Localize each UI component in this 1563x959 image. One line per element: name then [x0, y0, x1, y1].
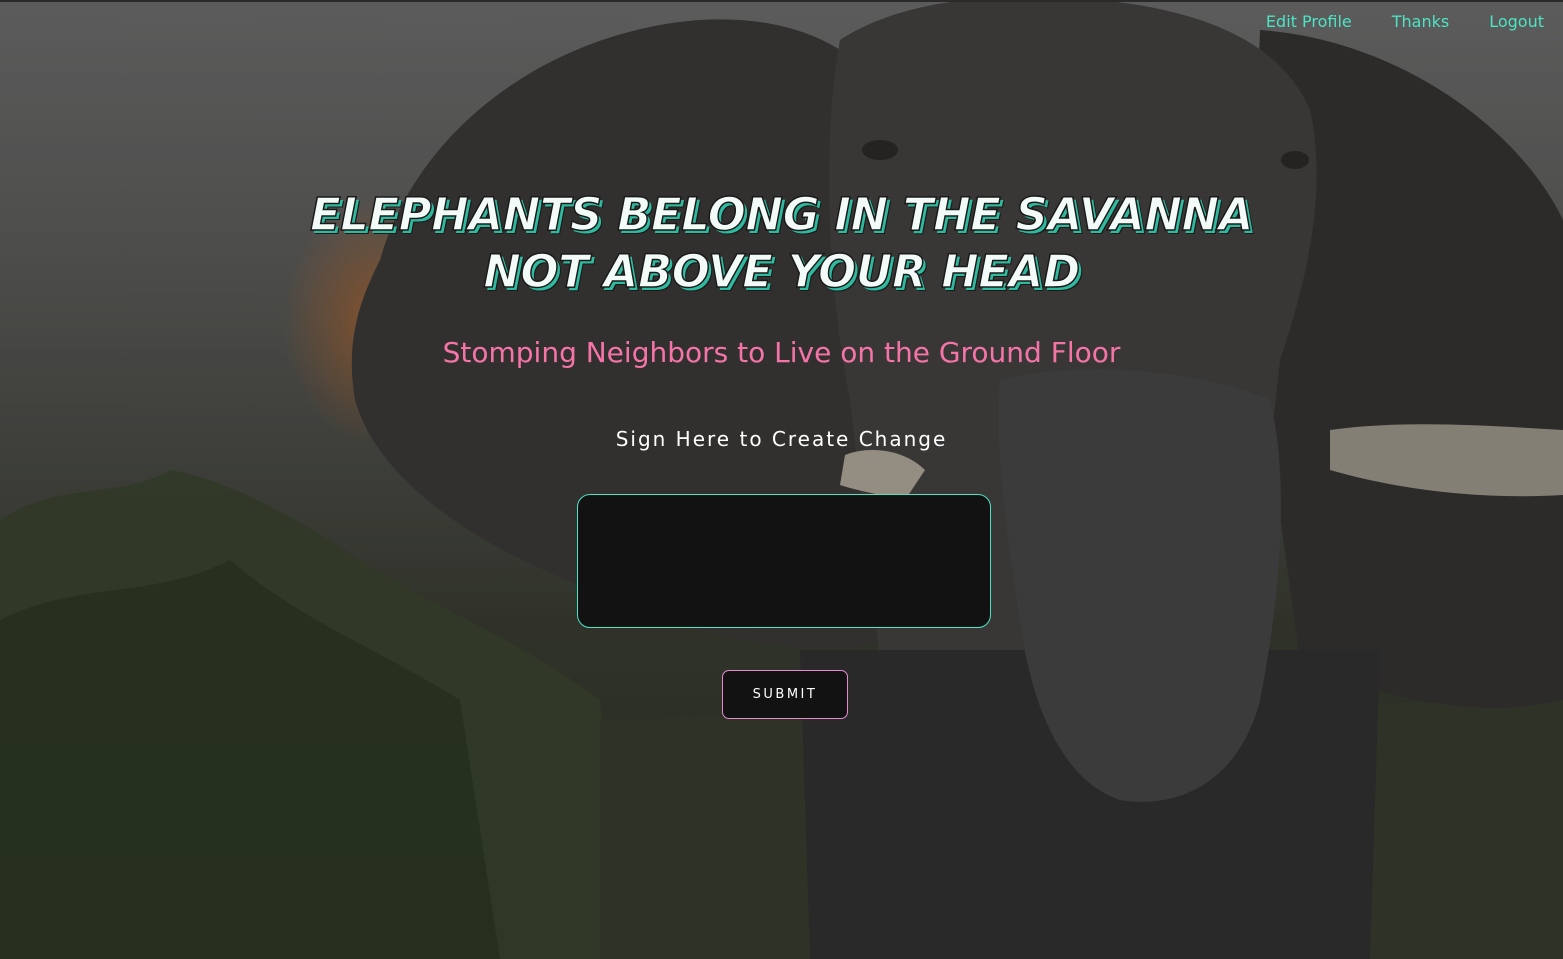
signature-pad[interactable]: [577, 494, 991, 628]
hero-section: ELEPHANTS BELONG IN THE SAVANNA NOT ABOV…: [0, 186, 1563, 451]
nav-logout-link[interactable]: Logout: [1489, 12, 1544, 31]
page: Edit Profile Thanks Logout ELEPHANTS BEL…: [0, 0, 1563, 959]
page-title-line-2: NOT ABOVE YOUR HEAD: [483, 244, 1081, 299]
submit-button[interactable]: SUBMIT: [722, 670, 848, 719]
nav-edit-profile-link[interactable]: Edit Profile: [1266, 12, 1352, 31]
page-title: ELEPHANTS BELONG IN THE SAVANNA NOT ABOV…: [0, 186, 1563, 300]
signature-label: Sign Here to Create Change: [615, 427, 948, 451]
page-title-line-1: ELEPHANTS BELONG IN THE SAVANNA: [309, 187, 1254, 242]
nav-thanks-link[interactable]: Thanks: [1392, 12, 1449, 31]
page-subtitle: Stomping Neighbors to Live on the Ground…: [442, 336, 1121, 369]
top-nav: Edit Profile Thanks Logout: [1266, 12, 1544, 31]
background-overlay: [0, 0, 1563, 959]
top-border: [0, 0, 1563, 2]
